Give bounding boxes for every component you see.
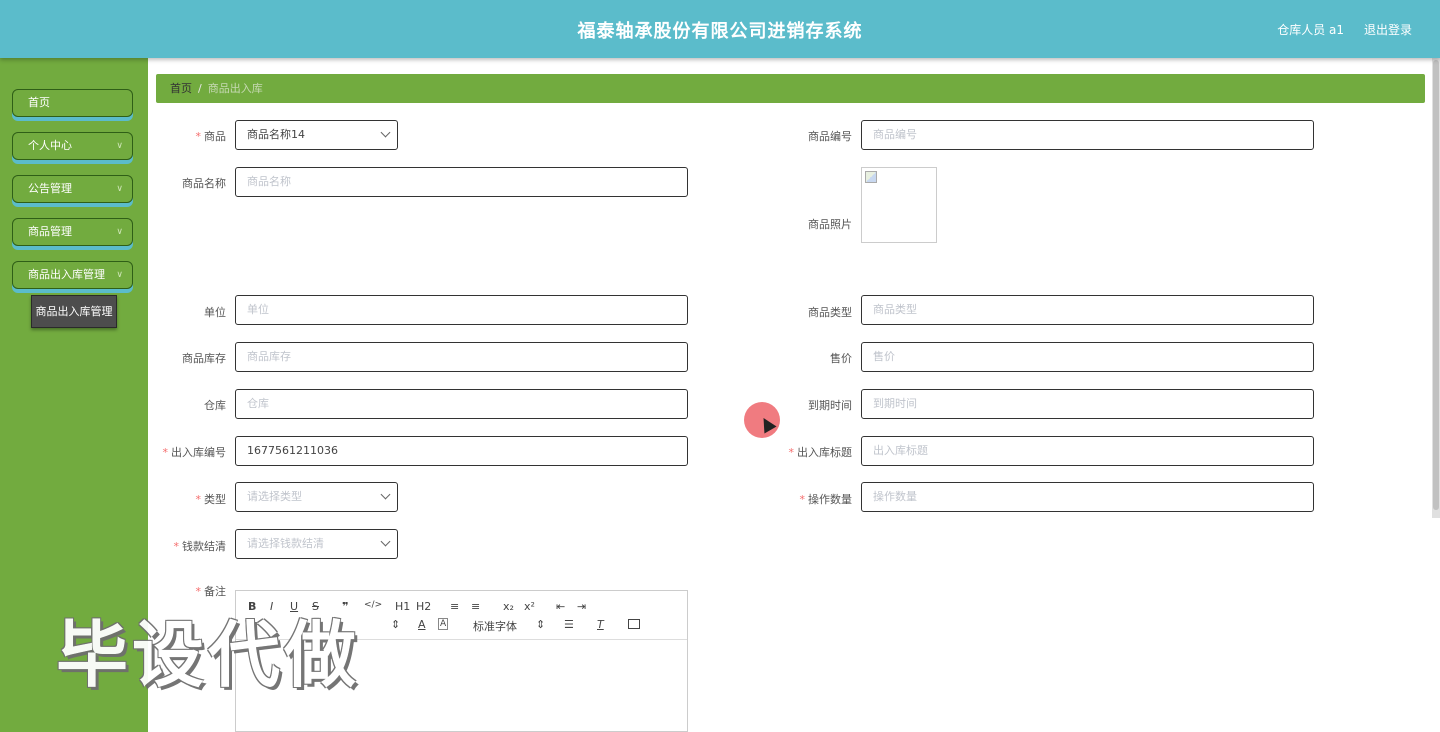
quantity-input[interactable]: 操作数量: [861, 482, 1314, 512]
stock-label: 商品库存: [182, 352, 226, 365]
image-icon[interactable]: [628, 619, 640, 629]
size-select-arrow-icon[interactable]: ⇕: [391, 618, 400, 631]
superscript-button[interactable]: x²: [524, 600, 535, 613]
chevron-down-icon: ∨: [116, 184, 123, 194]
product-select-value: 商品名称14: [247, 128, 305, 141]
type-select-placeholder: 请选择类型: [247, 490, 302, 503]
product-type-label: 商品类型: [808, 306, 852, 319]
quantity-label: * 操作数量: [752, 491, 853, 507]
settled-select-placeholder: 请选择钱款结清: [247, 537, 324, 550]
breadcrumb-current: 商品出入库: [207, 82, 263, 95]
chevron-down-icon: ∨: [116, 270, 123, 280]
type-select[interactable]: 请选择类型: [235, 482, 398, 512]
required-mark: *: [162, 446, 169, 459]
type-label: * 类型: [126, 491, 227, 507]
sidebar-item-home[interactable]: 首页: [12, 89, 133, 117]
stock-input[interactable]: 商品库存: [235, 342, 688, 372]
indent-button[interactable]: ⇥: [577, 600, 586, 613]
sidebar-item-label: 公告管理: [28, 182, 72, 195]
required-mark: *: [788, 446, 795, 459]
unit-label: 单位: [204, 306, 226, 319]
bullet-list-button[interactable]: ≡: [471, 600, 480, 613]
product-name-label: 商品名称: [182, 177, 226, 190]
product-name-input[interactable]: 商品名称: [235, 167, 688, 197]
chevron-down-icon: [380, 127, 391, 138]
current-user: 仓库人员 a1: [1277, 23, 1344, 37]
product-type-input[interactable]: 商品类型: [861, 295, 1314, 325]
price-input[interactable]: 售价: [861, 342, 1314, 372]
product-photo-label: 商品照片: [808, 218, 852, 231]
code-button[interactable]: </>: [364, 600, 382, 610]
align-icon[interactable]: ☰: [564, 618, 574, 631]
ordered-list-button[interactable]: ≡: [450, 600, 459, 613]
chevron-down-icon: [380, 489, 391, 500]
required-mark: *: [195, 493, 202, 506]
product-label-text: 商品: [204, 130, 226, 143]
font-family-select[interactable]: 标准字体: [473, 618, 517, 634]
font-select-arrow-icon[interactable]: ⇕: [536, 618, 545, 631]
scrollbar[interactable]: [1432, 58, 1440, 518]
watermark: 毕设代做: [56, 613, 361, 697]
product-no-input[interactable]: 商品编号: [861, 120, 1314, 150]
io-no-label-text: 出入库编号: [171, 446, 226, 459]
expire-input[interactable]: 到期时间: [861, 389, 1314, 419]
chevron-down-icon: [380, 536, 391, 547]
io-title-label: * 出入库标题: [752, 444, 853, 460]
warehouse-label: 仓库: [204, 399, 226, 412]
chevron-down-icon: ∨: [116, 227, 123, 237]
font-color-icon[interactable]: A: [418, 618, 426, 631]
background-color-icon[interactable]: A: [438, 618, 449, 630]
h1-button[interactable]: H1: [395, 600, 410, 613]
settled-select[interactable]: 请选择钱款结清: [235, 529, 398, 559]
logout-link[interactable]: 退出登录: [1364, 21, 1412, 38]
unit-input[interactable]: 单位: [235, 295, 688, 325]
io-title-input[interactable]: 出入库标题: [861, 436, 1314, 466]
sidebar-item-notice[interactable]: 公告管理 ∨: [12, 175, 133, 203]
settled-label-text: 钱款结清: [182, 540, 226, 553]
settled-label: * 钱款结清: [126, 538, 227, 554]
io-no-label: * 出入库编号: [126, 444, 227, 460]
breadcrumb: 首页 / 商品出入库: [156, 74, 1425, 103]
io-no-input[interactable]: 1677561211036: [235, 436, 688, 466]
sidebar-item-profile[interactable]: 个人中心 ∨: [12, 132, 133, 160]
required-mark: *: [173, 540, 180, 553]
broken-image-icon: [865, 171, 877, 183]
sidebar-item-label: 商品管理: [28, 225, 72, 238]
submenu-inventory-manage[interactable]: 商品出入库管理: [31, 295, 117, 328]
type-label-text: 类型: [204, 493, 226, 506]
scrollbar-thumb[interactable]: [1433, 60, 1439, 510]
product-no-label: 商品编号: [808, 130, 852, 143]
breadcrumb-separator: /: [198, 82, 202, 95]
required-mark: *: [195, 130, 202, 143]
sidebar-item-label: 商品出入库管理: [28, 268, 105, 281]
outdent-button[interactable]: ⇤: [556, 600, 565, 613]
sidebar-item-label: 个人中心: [28, 139, 72, 152]
chevron-down-icon: ∨: [116, 141, 123, 151]
product-photo: [861, 167, 937, 243]
product-select[interactable]: 商品名称14: [235, 120, 398, 150]
sidebar-item-products[interactable]: 商品管理 ∨: [12, 218, 133, 246]
io-title-label-text: 出入库标题: [797, 446, 852, 459]
required-mark: *: [799, 493, 806, 506]
clear-format-icon[interactable]: T: [597, 618, 604, 631]
quantity-label-text: 操作数量: [808, 493, 852, 506]
top-header: 福泰轴承股份有限公司进销存系统 仓库人员 a1 退出登录: [0, 0, 1440, 58]
h2-button[interactable]: H2: [416, 600, 431, 613]
price-label: 售价: [830, 352, 852, 365]
sidebar-item-label: 首页: [28, 96, 50, 109]
breadcrumb-home[interactable]: 首页: [170, 82, 192, 95]
sidebar-item-inventory[interactable]: 商品出入库管理 ∨: [12, 261, 133, 289]
product-label: * 商品: [126, 128, 227, 144]
subscript-button[interactable]: x₂: [503, 600, 514, 613]
warehouse-input[interactable]: 仓库: [235, 389, 688, 419]
app-title: 福泰轴承股份有限公司进销存系统: [577, 21, 863, 42]
